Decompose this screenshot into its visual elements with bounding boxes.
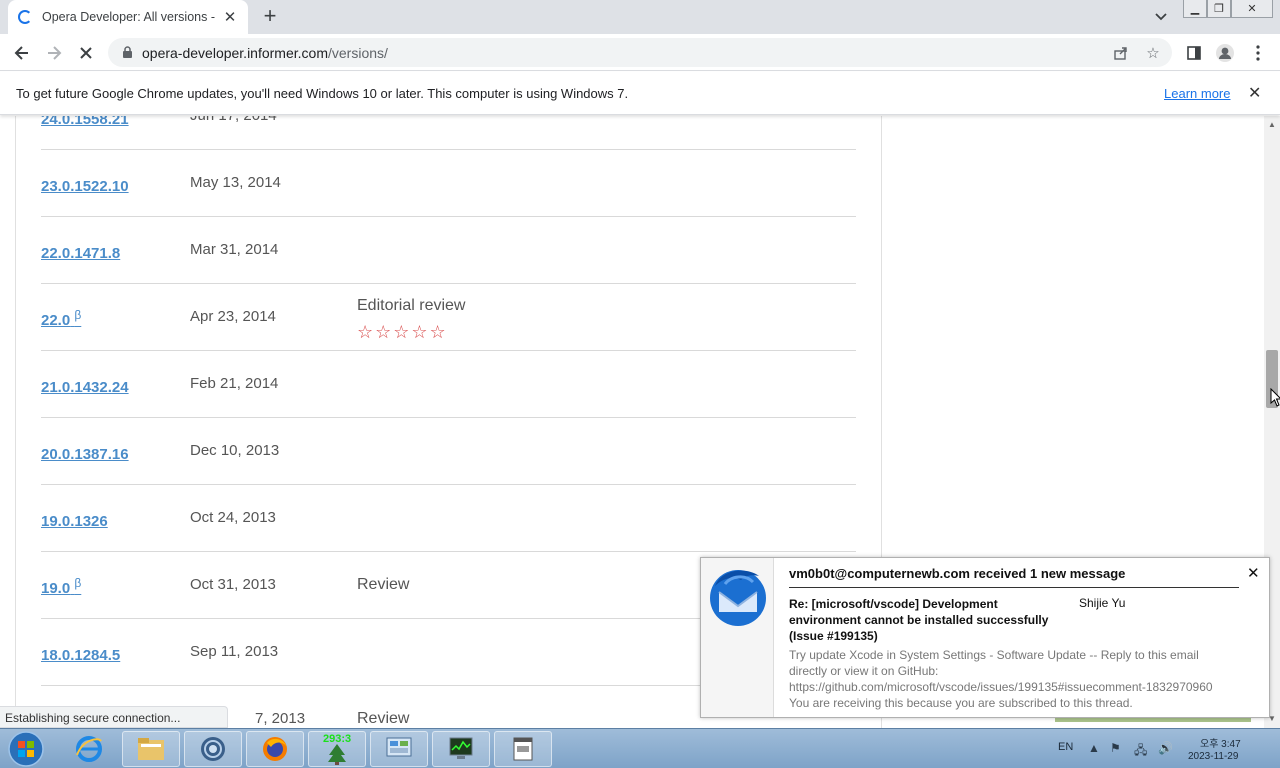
email-subject: Re: [microsoft/vscode] Development envir… (789, 597, 1049, 643)
input-language[interactable]: EN (1058, 741, 1073, 753)
release-date: 7, 2013 (255, 710, 306, 727)
bookmark-star-icon[interactable]: ☆ (1144, 44, 1162, 62)
notepad-task[interactable] (494, 731, 552, 767)
popup-shadow-bar (1055, 718, 1251, 722)
monitor-graph-icon (449, 737, 473, 759)
version-link[interactable]: 19.0.1326 (41, 509, 108, 530)
show-hidden-icons-icon[interactable]: ▲ (1088, 741, 1100, 755)
profile-avatar-icon[interactable] (1214, 42, 1236, 64)
clock-date[interactable]: 2023-11-29 (1188, 751, 1238, 762)
version-row: 24.0.1558.21 Jun 17, 2014 (41, 116, 856, 150)
network-icon[interactable]: 🖧 (1134, 741, 1147, 762)
forward-button[interactable] (42, 41, 66, 65)
menu-kebab-icon[interactable] (1247, 42, 1269, 64)
notification-close-icon[interactable]: ✕ (1247, 564, 1260, 582)
tab-title: Opera Developer: All versions - (42, 10, 215, 24)
rating-stars: ☆☆☆☆☆ (357, 322, 448, 342)
tab-strip: Opera Developer: All versions - ✕ + ▁ ❐ … (0, 0, 1280, 34)
version-row: 23.0.1522.10 May 13, 2014 (41, 150, 856, 217)
release-date: Mar 31, 2014 (190, 241, 279, 258)
email-sender: Shijie Yu (1079, 596, 1126, 610)
internet-explorer-task[interactable] (60, 731, 118, 767)
version-link[interactable]: 20.0.1387.16 (41, 442, 129, 463)
version-link[interactable]: 24.0.1558.21 (41, 116, 129, 128)
side-panel-icon[interactable] (1183, 42, 1205, 64)
email-preview: Try update Xcode in System Settings - So… (789, 648, 1213, 710)
version-link[interactable]: 21.0.1432.24 (41, 375, 129, 396)
version-row: 22.0.1471.8 Mar 31, 2014 (41, 217, 856, 284)
release-date: Dec 10, 2013 (190, 442, 280, 459)
taskbar-badge: 293:3 (323, 733, 352, 745)
browser-globe-icon (201, 737, 225, 761)
restore-button[interactable]: ❐ (1207, 0, 1231, 18)
url-host: opera-developer.informer.com (142, 44, 328, 61)
update-infobar: To get future Google Chrome updates, you… (0, 72, 1280, 115)
url-path: /versions/ (328, 44, 388, 61)
firefox-task[interactable] (246, 731, 304, 767)
infobar-message: To get future Google Chrome updates, you… (16, 86, 629, 101)
version-row: 21.0.1432.24 Feb 21, 2014 (41, 351, 856, 418)
version-link[interactable]: 19.0 β (41, 576, 81, 597)
version-link[interactable]: 22.0 β (41, 308, 81, 329)
share-icon[interactable] (1112, 44, 1130, 62)
version-link[interactable]: 18.0.1284.5 (41, 643, 120, 664)
review-link[interactable]: Review (357, 576, 409, 594)
infobar-close-icon[interactable]: ✕ (1248, 83, 1261, 103)
control-panel-task[interactable] (370, 731, 428, 767)
lock-icon[interactable] (120, 46, 134, 60)
window-close-button[interactable]: ✕ (1231, 0, 1273, 18)
version-row: 19.0.1326 Oct 24, 2013 (41, 485, 856, 552)
explorer-task[interactable] (122, 731, 180, 767)
thunderbird-icon (710, 570, 766, 626)
browser-toolbar: opera-developer.informer.com/versions/ ☆ (0, 34, 1280, 71)
review-link[interactable]: Review (357, 710, 409, 728)
version-link[interactable]: 23.0.1522.10 (41, 174, 129, 195)
action-center-flag-icon[interactable]: ⚑ (1110, 741, 1121, 755)
folder-icon (138, 738, 164, 760)
start-button[interactable] (4, 731, 48, 767)
back-button[interactable] (10, 41, 34, 65)
control-panel-icon (386, 737, 412, 757)
internet-explorer-icon (76, 736, 102, 762)
stop-loading-button[interactable] (74, 41, 98, 65)
version-row: 20.0.1387.16 Dec 10, 2013 (41, 418, 856, 485)
christmas-tree-icon (328, 744, 346, 765)
browser-tab[interactable]: Opera Developer: All versions - ✕ (8, 0, 248, 34)
editorial-review-link[interactable]: Editorial review (357, 297, 465, 315)
close-tab-icon[interactable]: ✕ (222, 8, 238, 26)
status-bubble: Establishing secure connection... (0, 706, 228, 728)
new-tab-button[interactable]: + (258, 5, 282, 29)
mouse-cursor-icon (1270, 388, 1280, 407)
firefox-icon (263, 737, 287, 761)
task-manager-task[interactable] (432, 731, 490, 767)
clock-time[interactable]: 오후 3:47 (1200, 735, 1241, 750)
notification-title: vm0b0t@computernewb.com received 1 new m… (789, 566, 1126, 581)
scroll-up-arrow-icon[interactable]: ▲ (1264, 118, 1280, 132)
window-controls: ▁ ❐ ✕ (1183, 0, 1273, 18)
address-bar[interactable]: opera-developer.informer.com/versions/ ☆ (108, 38, 1172, 67)
release-date: Feb 21, 2014 (190, 375, 279, 392)
document-window-icon (513, 737, 533, 761)
version-link[interactable]: 22.0.1471.8 (41, 241, 120, 262)
mail-notification[interactable]: vm0b0t@computernewb.com received 1 new m… (700, 557, 1270, 718)
version-row: 22.0 β Apr 23, 2014 Editorial review ☆☆☆… (41, 284, 856, 351)
tab-search-chevron-icon[interactable] (1152, 9, 1170, 25)
release-date: Apr 23, 2014 (190, 308, 276, 325)
tree-app-task[interactable]: 293:3 (308, 731, 366, 767)
title-divider (789, 587, 1239, 588)
release-date: Jun 17, 2014 (190, 116, 277, 124)
release-date: May 13, 2014 (190, 174, 281, 191)
release-date: Sep 11, 2013 (190, 643, 279, 660)
release-date: Oct 31, 2013 (190, 576, 276, 593)
learn-more-link[interactable]: Learn more (1164, 86, 1230, 101)
notification-icon-panel (701, 558, 774, 717)
windows-taskbar: 293:3 EN ▲ ⚑ 🖧 🔊 오후 3:47 2023-11-29 (0, 728, 1280, 768)
windows-logo-icon (8, 731, 44, 767)
loading-spinner-icon (18, 10, 32, 24)
volume-icon[interactable]: 🔊 (1158, 741, 1173, 755)
release-date: Oct 24, 2013 (190, 509, 276, 526)
chrome-task[interactable] (184, 731, 242, 767)
minimize-button[interactable]: ▁ (1183, 0, 1207, 18)
